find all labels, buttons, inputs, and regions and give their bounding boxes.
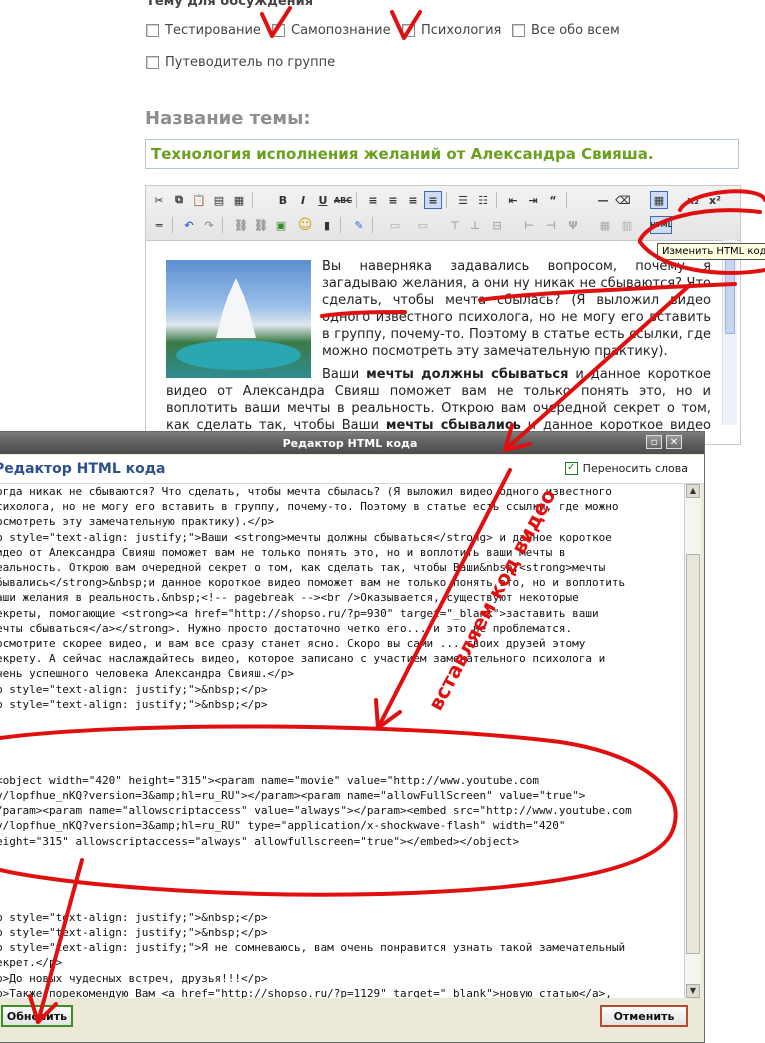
circle-annotation xyxy=(0,724,678,897)
annotation-overlay: вставляем код видео xyxy=(0,6,765,1024)
arrow-annotation xyxy=(503,283,692,452)
checkmark-annotation xyxy=(260,6,292,38)
underline-annotation xyxy=(478,282,737,302)
scribble-annotation xyxy=(638,189,765,275)
arrow-annotation xyxy=(36,858,84,1024)
underline-annotation xyxy=(320,310,407,318)
checkmark-annotation xyxy=(390,10,422,40)
